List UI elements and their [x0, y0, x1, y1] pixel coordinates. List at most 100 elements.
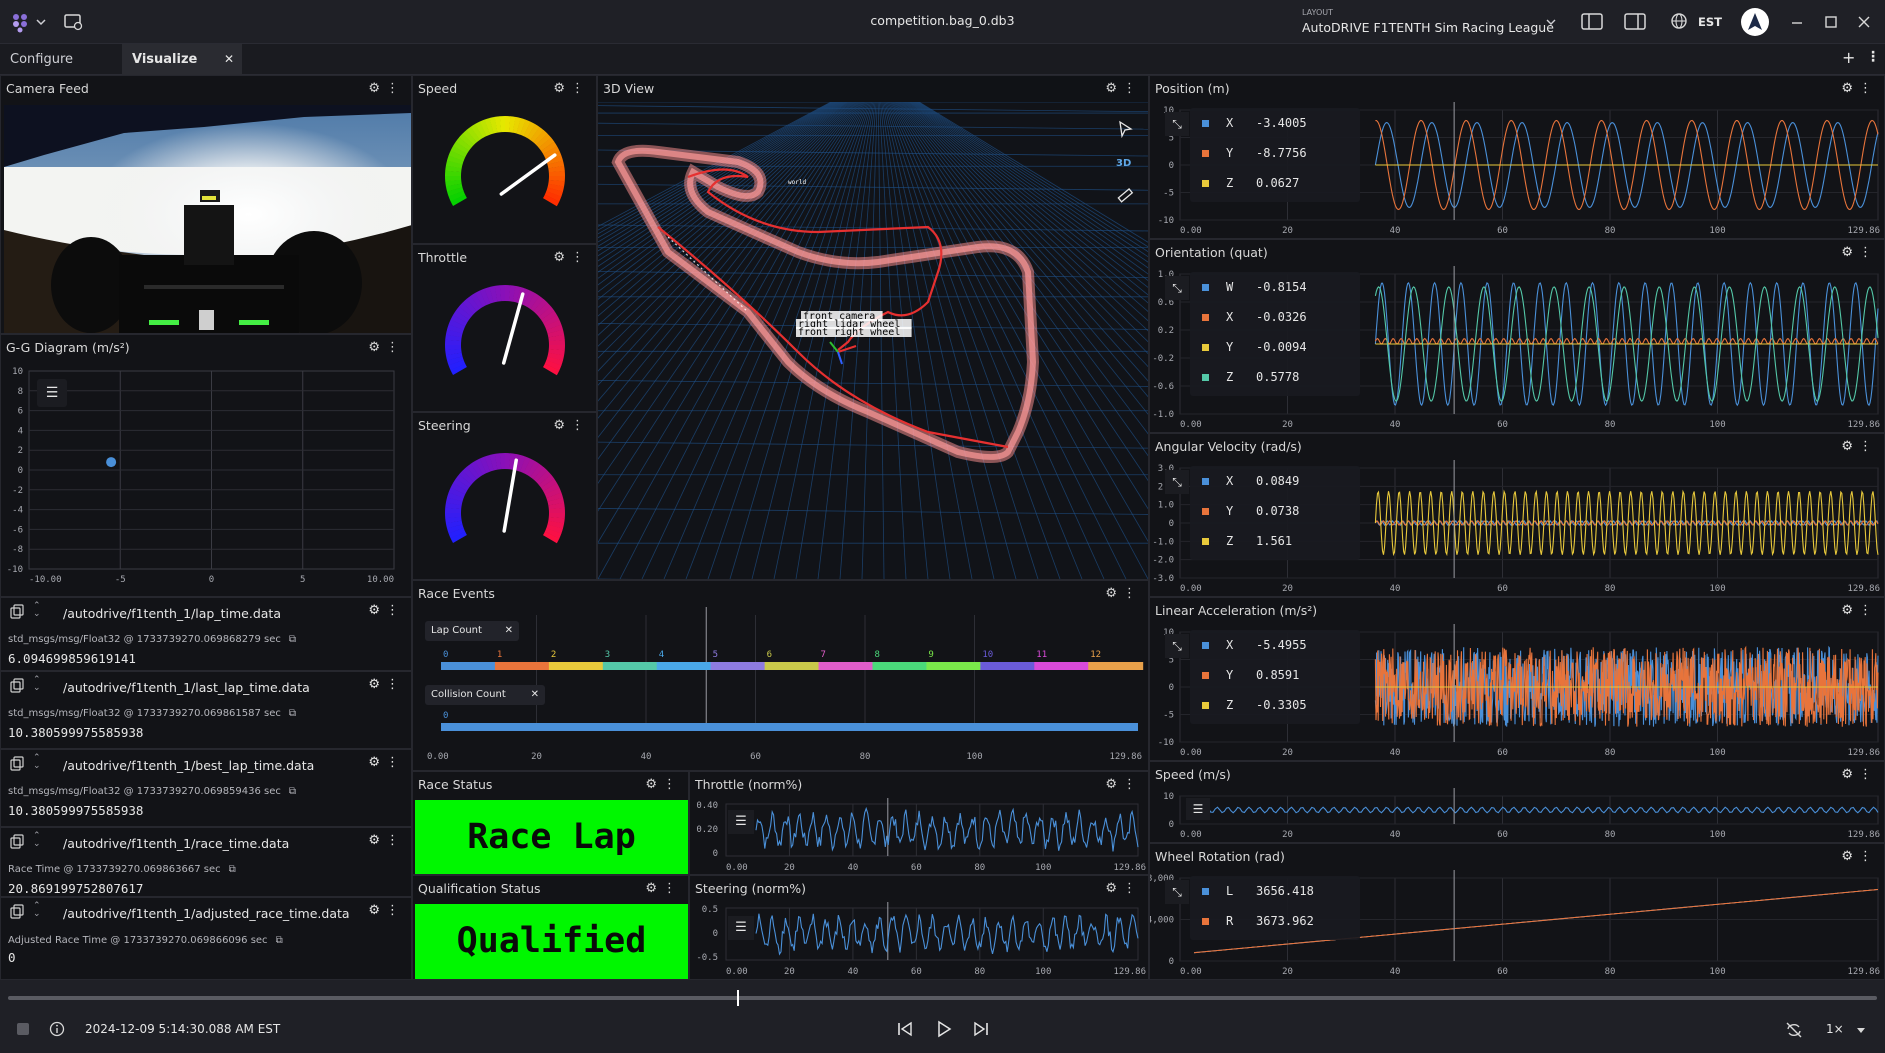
legend-row[interactable]: Z 0.5778: [1190, 362, 1360, 392]
series-name: Z: [1226, 534, 1234, 548]
panel-settings-icon[interactable]: ⚙⋮: [1841, 439, 1878, 454]
panel-settings-icon[interactable]: ⚙⋮: [368, 903, 405, 918]
panel-settings-icon[interactable]: ⚙⋮: [1105, 586, 1142, 601]
seek-forward-icon[interactable]: [972, 1020, 990, 1038]
legend-row[interactable]: Z 0.0627: [1190, 168, 1360, 198]
legend-row[interactable]: Y 0.8591: [1190, 660, 1360, 690]
scrubber-handle[interactable]: [736, 990, 739, 1006]
copy-topic-icon[interactable]: [9, 756, 25, 772]
playback-scrubber[interactable]: [8, 990, 1877, 1006]
tab-close-icon[interactable]: ✕: [224, 44, 234, 75]
legend-row[interactable]: Y 0.0738: [1190, 496, 1360, 526]
legend-row[interactable]: X 0.0849: [1190, 466, 1360, 496]
collapse-legend-icon[interactable]: ⤡: [1165, 880, 1189, 904]
panel-settings-icon[interactable]: ⚙⋮: [1105, 777, 1142, 792]
x-tick-label: 20: [1282, 748, 1293, 758]
legend-row[interactable]: Y -8.7756: [1190, 138, 1360, 168]
x-tick-label: 129.86: [1847, 226, 1880, 236]
legend-toggle-icon[interactable]: ☰: [728, 810, 754, 834]
steering-plot[interactable]: 0.5 0 -0.5 0.00 20 40 60 80 100 129.86: [690, 902, 1148, 980]
chip-close-icon[interactable]: ✕: [505, 621, 513, 641]
legend-row[interactable]: X -3.4005: [1190, 108, 1360, 138]
copy-value-icon[interactable]: ⧉: [289, 786, 296, 797]
legend-row[interactable]: X -5.4955: [1190, 630, 1360, 660]
y-tick-label: 0: [1169, 957, 1174, 967]
tab-visualize[interactable]: Visualize ✕: [122, 44, 242, 75]
legend-row[interactable]: Z 1.561: [1190, 526, 1360, 556]
legend-toggle-icon[interactable]: ☰: [728, 916, 754, 940]
add-panel-icon[interactable]: +: [1842, 48, 1855, 67]
panel-settings-icon[interactable]: ⚙⋮: [553, 250, 590, 265]
copy-topic-icon[interactable]: [9, 904, 25, 920]
panel-settings-icon[interactable]: ⚙⋮: [1841, 245, 1878, 260]
copy-value-icon[interactable]: ⧉: [276, 935, 283, 946]
sort-arrows-icon[interactable]: ⌃ ⌄: [33, 602, 41, 619]
3d-mode-toggle[interactable]: 3D: [1116, 158, 1131, 169]
sort-arrows-icon[interactable]: ⌃ ⌄: [33, 832, 41, 849]
collapse-legend-icon[interactable]: ⤡: [1165, 112, 1189, 136]
loop-off-icon[interactable]: [1785, 1021, 1803, 1039]
playback-speed-selector[interactable]: 1×: [1826, 1022, 1866, 1040]
sort-arrows-icon[interactable]: ⌃ ⌄: [33, 902, 41, 919]
legend-row[interactable]: X -0.0326: [1190, 302, 1360, 332]
panel-settings-icon[interactable]: ⚙⋮: [645, 777, 682, 792]
panel-settings-icon[interactable]: ⚙⋮: [368, 677, 405, 692]
legend-row[interactable]: Z -0.3305: [1190, 690, 1360, 720]
minimize-icon[interactable]: [1790, 16, 1804, 30]
play-icon[interactable]: [935, 1020, 953, 1038]
legend-toggle-icon[interactable]: ☰: [37, 379, 67, 407]
copy-value-icon[interactable]: ⧉: [229, 864, 236, 875]
panel-settings-icon[interactable]: ⚙⋮: [1105, 81, 1142, 96]
copy-value-icon[interactable]: ⧉: [289, 708, 296, 719]
panel-settings-icon[interactable]: ⚙⋮: [1105, 881, 1142, 896]
legend-row[interactable]: Y -0.0094: [1190, 332, 1360, 362]
copy-value-icon[interactable]: ⧉: [289, 634, 296, 645]
lap-count-chip[interactable]: Lap Count ✕: [425, 621, 519, 641]
pointer-select-icon[interactable]: [1116, 120, 1134, 138]
close-window-icon[interactable]: [1857, 15, 1871, 29]
sort-arrows-icon[interactable]: ⌃ ⌄: [33, 754, 41, 771]
copy-topic-icon[interactable]: [9, 678, 25, 694]
chip-close-icon[interactable]: ✕: [531, 685, 539, 705]
collision-count-chip[interactable]: Collision Count ✕: [425, 685, 545, 705]
panel-settings-icon[interactable]: ⚙⋮: [1841, 767, 1878, 782]
3d-scene[interactable]: front_cameraright_lidar_wheelfront_right…: [598, 102, 1148, 579]
panel-settings-icon[interactable]: ⚙⋮: [645, 881, 682, 896]
left-sidebar-toggle-icon[interactable]: [1581, 13, 1603, 31]
user-avatar[interactable]: [1741, 8, 1769, 36]
playback-timestamp[interactable]: 2024-12-09 5:14:30.088 AM EST: [85, 1022, 280, 1036]
legend-row[interactable]: W -0.8154: [1190, 272, 1360, 302]
timezone-selector[interactable]: EST: [1670, 12, 1722, 32]
info-icon[interactable]: [49, 1021, 65, 1037]
panel-settings-icon[interactable]: ⚙⋮: [368, 755, 405, 770]
copy-topic-icon[interactable]: [9, 834, 25, 850]
legend-row[interactable]: L 3656.418: [1190, 876, 1360, 906]
panel-settings-icon[interactable]: ⚙⋮: [1841, 849, 1878, 864]
panel-settings-icon[interactable]: ⚙⋮: [553, 418, 590, 433]
app-logo-menu-button[interactable]: [8, 11, 48, 33]
panel-settings-icon[interactable]: ⚙⋮: [368, 81, 405, 96]
maximize-icon[interactable]: [1824, 15, 1838, 29]
panel-settings-icon[interactable]: ⚙⋮: [368, 603, 405, 618]
speed_plot-plot[interactable]: 1000.00 20 40 60 80 100 129.86: [1150, 788, 1885, 843]
collapse-legend-icon[interactable]: ⤡: [1165, 634, 1189, 658]
ruler-icon[interactable]: [1116, 186, 1134, 204]
seek-backward-icon[interactable]: [896, 1020, 914, 1038]
sort-arrows-icon[interactable]: ⌃ ⌄: [33, 676, 41, 693]
tab-menu-icon[interactable]: ⋮: [1866, 49, 1880, 65]
right-sidebar-toggle-icon[interactable]: [1624, 13, 1646, 31]
open-data-source-button[interactable]: [63, 12, 83, 32]
collapse-legend-icon[interactable]: ⤡: [1165, 470, 1189, 494]
legend-row[interactable]: R 3673.962: [1190, 906, 1360, 936]
layout-selector[interactable]: LAYOUT AutoDRIVE F1TENTH Sim Racing Leag…: [1302, 8, 1562, 38]
panel-settings-icon[interactable]: ⚙⋮: [368, 833, 405, 848]
panel-settings-icon[interactable]: ⚙⋮: [368, 340, 405, 355]
throttle-plot[interactable]: 0.40 0.20 0 0.00 20 40 60 80 100 129.86: [690, 798, 1148, 875]
panel-settings-icon[interactable]: ⚙⋮: [1841, 603, 1878, 618]
panel-settings-icon[interactable]: ⚙⋮: [1841, 81, 1878, 96]
collapse-legend-icon[interactable]: ⤡: [1165, 276, 1189, 300]
panel-settings-icon[interactable]: ⚙⋮: [553, 81, 590, 96]
copy-topic-icon[interactable]: [9, 604, 25, 620]
tab-configure[interactable]: Configure: [0, 44, 122, 75]
legend-toggle-icon[interactable]: ☰: [1186, 798, 1210, 820]
